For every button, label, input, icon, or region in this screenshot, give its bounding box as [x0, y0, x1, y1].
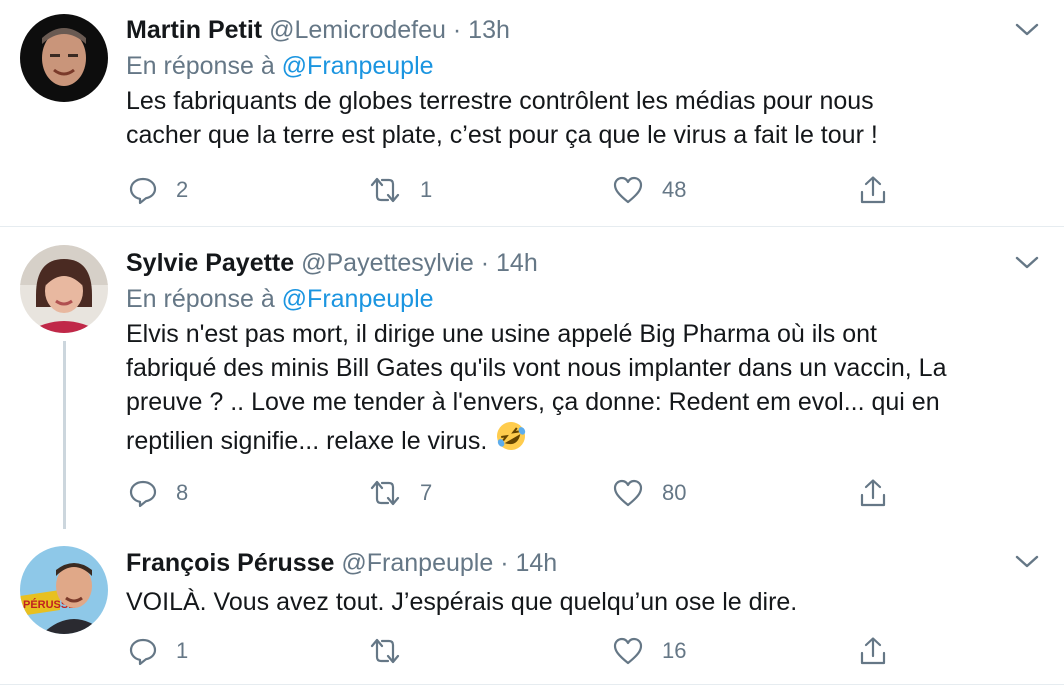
heart-icon: [613, 176, 643, 204]
action-bar: 8 7 80: [128, 478, 928, 508]
chevron-down-icon[interactable]: [1014, 255, 1040, 271]
reply-prefix: En réponse à: [126, 52, 275, 80]
reply-icon: [129, 177, 157, 205]
tweet-header: Sylvie Payette @Payettesylvie · 14h: [126, 247, 994, 279]
tweet-text-line: reptilien signifie... relaxe le virus.: [126, 427, 488, 455]
separator-dot: ·: [500, 549, 509, 577]
tweet-text: Elvis n'est pas mort, il dirige une usin…: [126, 317, 994, 458]
action-bar: 2 1 48: [128, 175, 928, 205]
reply-count: 1: [176, 638, 189, 663]
timestamp[interactable]: 14h: [515, 549, 557, 577]
retweet-icon: [370, 638, 400, 664]
tweet-text: Les fabriquants de globes terrestre cont…: [126, 84, 994, 152]
tweet-sylvie-payette[interactable]: Sylvie Payette @Payettesylvie · 14h En r…: [0, 227, 1064, 529]
tweet-martin-petit[interactable]: Martin Petit @Lemicrodefeu · 13h En répo…: [0, 0, 1064, 226]
chevron-down-icon[interactable]: [1014, 22, 1040, 38]
heart-icon: [613, 479, 643, 507]
retweet-button[interactable]: 7: [368, 478, 432, 508]
action-bar: 1 16: [128, 636, 928, 666]
reply-prefix: En réponse à: [126, 285, 275, 313]
share-button[interactable]: [858, 636, 888, 666]
avatar[interactable]: PÉRUSSE: [20, 546, 108, 634]
timestamp[interactable]: 14h: [496, 249, 538, 277]
reply-icon: [129, 638, 157, 666]
like-button[interactable]: 80: [612, 478, 686, 508]
reply-icon: [129, 480, 157, 508]
tweet-text-line: Elvis n'est pas mort, il dirige une usin…: [126, 320, 878, 348]
reply-context: En réponse à @Franpeuple: [126, 50, 994, 82]
retweet-icon: [370, 480, 400, 506]
retweet-button[interactable]: [368, 636, 420, 666]
display-name[interactable]: Martin Petit: [126, 16, 262, 44]
retweet-count: 7: [420, 480, 433, 505]
tweet-text: VOILÀ. Vous avez tout. J’espérais que qu…: [126, 585, 994, 619]
tweet-text-line-with-emoji: reptilien signifie... relaxe le virus.: [126, 419, 994, 458]
tweet-text-line: Les fabriquants de globes terrestre cont…: [126, 87, 874, 115]
separator-dot: ·: [480, 249, 490, 277]
share-icon: [860, 176, 886, 204]
separator-dot: ·: [452, 16, 462, 44]
reply-context: En réponse à @Franpeuple: [126, 283, 994, 315]
share-icon: [860, 637, 886, 665]
thread-connector: [63, 341, 66, 529]
like-count: 16: [662, 638, 687, 663]
heart-icon: [613, 637, 643, 665]
tweet-text-line: preuve ? .. Love me tender à l'envers, ç…: [126, 388, 940, 416]
share-button[interactable]: [858, 175, 888, 205]
tweet-header: Martin Petit @Lemicrodefeu · 13h: [126, 14, 994, 46]
share-button[interactable]: [858, 478, 888, 508]
like-button[interactable]: 48: [612, 175, 686, 205]
like-count: 80: [662, 480, 687, 505]
retweet-button[interactable]: 1: [368, 175, 432, 205]
reply-button[interactable]: 2: [128, 175, 188, 205]
rolling-on-floor-laughing-emoji-icon: [497, 422, 526, 450]
tweet-divider: [0, 684, 1064, 685]
like-button[interactable]: 16: [612, 636, 686, 666]
display-name[interactable]: Sylvie Payette: [126, 249, 294, 277]
tweet-francois-perusse[interactable]: PÉRUSSE François Pérusse @Franpeuple · 1…: [0, 530, 1064, 688]
reply-count: 2: [176, 177, 189, 202]
tweet-header: François Pérusse @Franpeuple · 14h: [126, 547, 994, 579]
user-handle[interactable]: @Lemicrodefeu: [269, 16, 446, 44]
retweet-icon: [370, 177, 400, 203]
display-name[interactable]: François Pérusse: [126, 549, 334, 577]
avatar[interactable]: [20, 245, 108, 333]
tweet-text-line: cacher que la terre est plate, c’est pou…: [126, 121, 878, 149]
timestamp[interactable]: 13h: [468, 16, 510, 44]
tweet-text-line: fabriqué des minis Bill Gates qu'ils von…: [126, 354, 947, 382]
reply-count: 8: [176, 480, 189, 505]
chevron-down-icon[interactable]: [1014, 554, 1040, 570]
avatar[interactable]: [20, 14, 108, 102]
share-icon: [860, 479, 886, 507]
reply-mention-link[interactable]: @Franpeuple: [282, 52, 434, 80]
tweet-text-line: VOILÀ. Vous avez tout. J’espérais que qu…: [126, 588, 798, 616]
retweet-count: 1: [420, 177, 433, 202]
reply-mention-link[interactable]: @Franpeuple: [282, 285, 434, 313]
user-handle[interactable]: @Franpeuple: [341, 549, 493, 577]
reply-button[interactable]: 1: [128, 636, 188, 666]
like-count: 48: [662, 177, 687, 202]
reply-button[interactable]: 8: [128, 478, 188, 508]
user-handle[interactable]: @Payettesylvie: [301, 249, 474, 277]
